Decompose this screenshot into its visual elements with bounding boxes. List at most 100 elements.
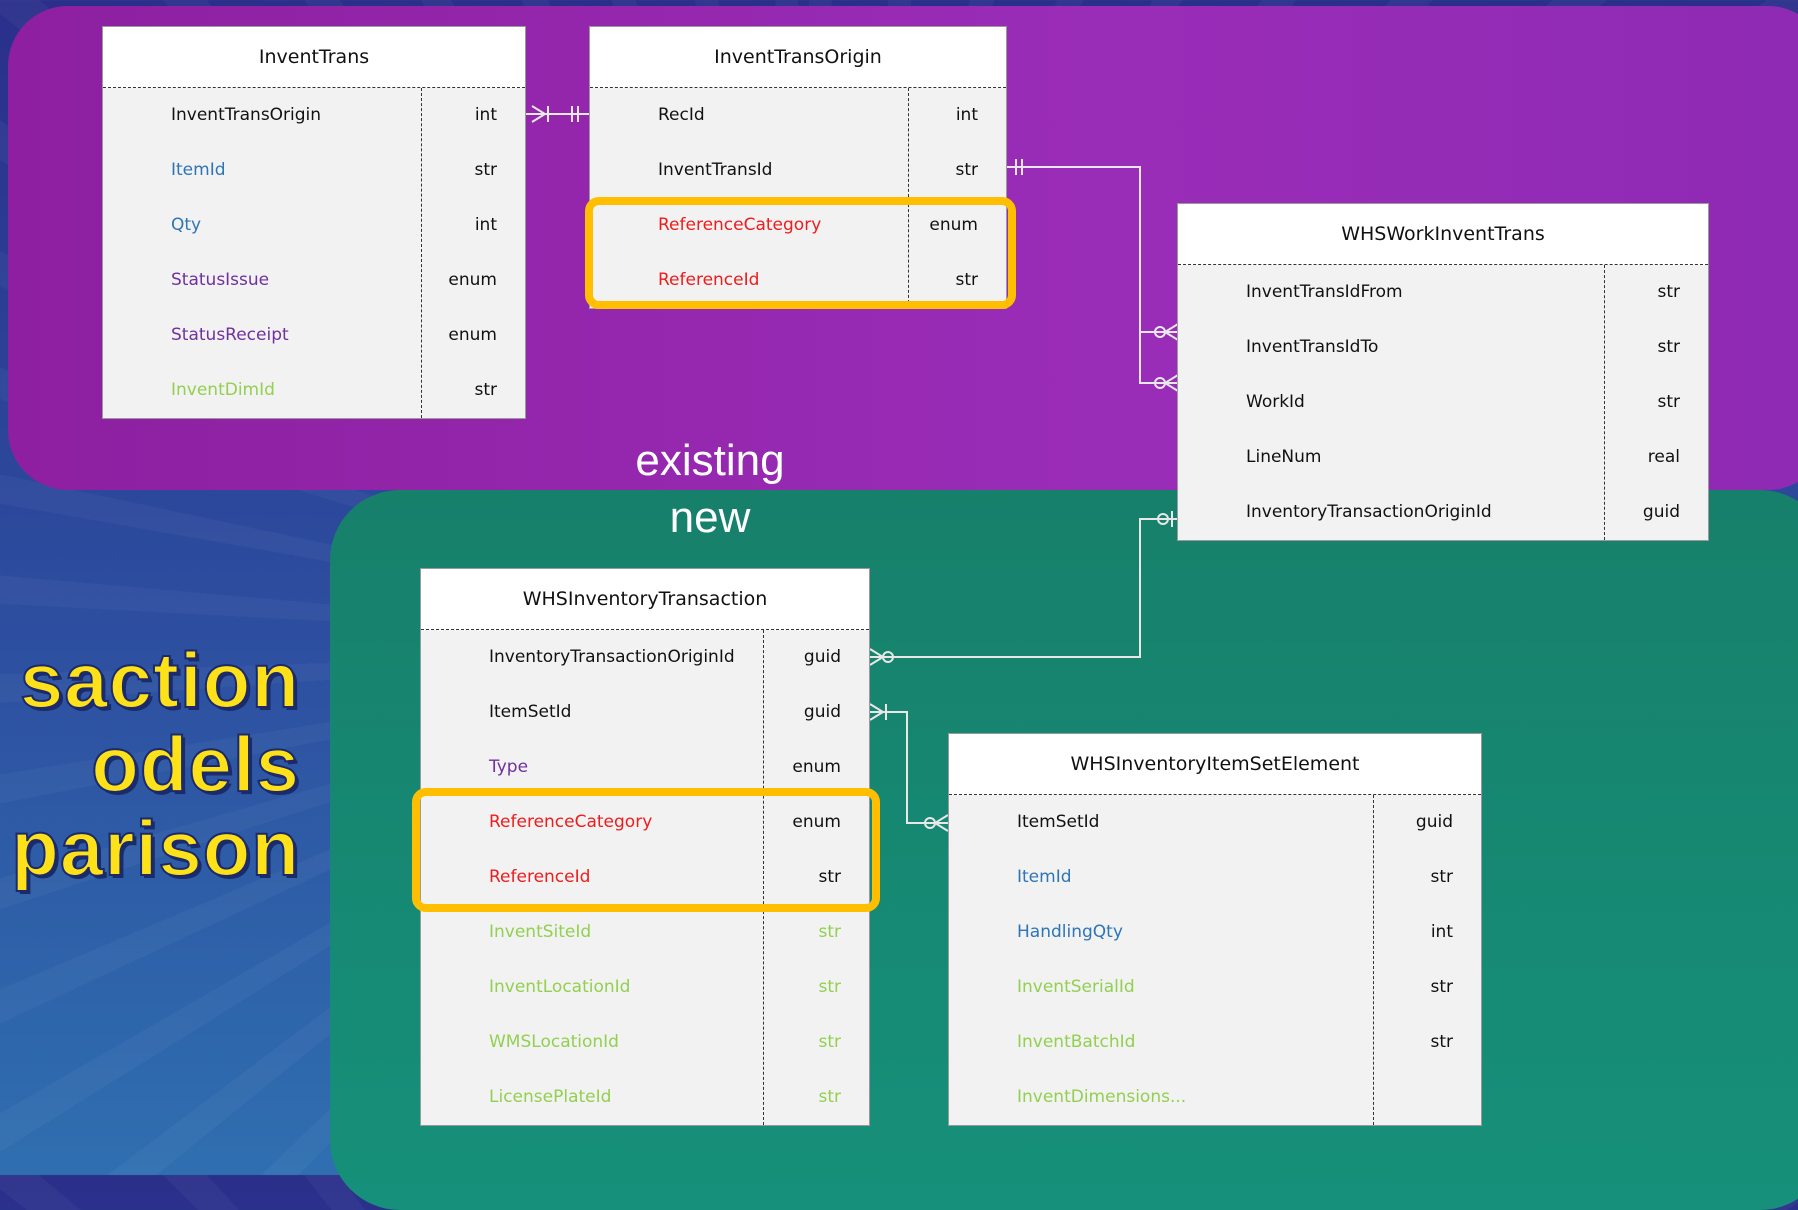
field-name: ReferenceCategory xyxy=(658,215,822,235)
field-type: str xyxy=(1657,337,1680,357)
field-name: InventSiteId xyxy=(489,922,592,942)
field-name: LineNum xyxy=(1246,447,1322,467)
field-type: guid xyxy=(803,647,841,667)
field-row: StatusReceipt enum xyxy=(103,308,525,363)
field-name: StatusIssue xyxy=(171,270,270,290)
field-name: InventTransId xyxy=(658,160,773,180)
field-name: InventTransIdTo xyxy=(1246,337,1379,357)
field-type: str xyxy=(1657,282,1680,302)
field-type: str xyxy=(955,160,978,180)
field-name: InventoryTransactionOriginId xyxy=(489,647,735,667)
field-name: Qty xyxy=(171,215,202,235)
field-type: str xyxy=(818,977,841,997)
field-row: Qty int xyxy=(103,198,525,253)
field-name: ItemSetId xyxy=(489,702,572,722)
entity-title: InventTransOrigin xyxy=(590,27,1006,88)
field-row: LineNum real xyxy=(1178,430,1708,485)
field-name: RecId xyxy=(658,105,705,125)
field-row: ItemId str xyxy=(103,143,525,198)
field-name: InventDimensions... xyxy=(1017,1087,1187,1107)
field-row: ItemSetId guid xyxy=(949,795,1481,850)
field-row: WorkId str xyxy=(1178,375,1708,430)
field-row: InventTransIdFrom str xyxy=(1178,265,1708,320)
entity-title: WHSInventoryTransaction xyxy=(421,569,869,630)
field-type: int xyxy=(1430,922,1453,942)
field-type: str xyxy=(474,380,497,400)
field-name: InventSerialId xyxy=(1017,977,1135,997)
field-type: guid xyxy=(1642,502,1680,522)
field-type: guid xyxy=(803,702,841,722)
field-type: str xyxy=(474,160,497,180)
field-row: InventDimensions... xyxy=(949,1070,1481,1125)
field-type: enum xyxy=(792,812,841,832)
field-name: InventLocationId xyxy=(489,977,631,997)
field-name: LicensePlateId xyxy=(489,1087,612,1107)
field-type: str xyxy=(818,867,841,887)
field-row: ReferenceId str xyxy=(421,850,869,905)
entity-whsinventory-transaction: WHSInventoryTransaction InventoryTransact… xyxy=(420,568,870,1126)
field-type: int xyxy=(474,215,497,235)
field-row: InventSerialId str xyxy=(949,960,1481,1015)
entity-whswork-invent-trans: WHSWorkInventTrans InventTransIdFrom str In… xyxy=(1177,203,1709,541)
field-name: ItemId xyxy=(171,160,226,180)
field-type: str xyxy=(818,1087,841,1107)
field-type: str xyxy=(1430,977,1453,997)
field-row: WMSLocationId str xyxy=(421,1015,869,1070)
field-name: InventoryTransactionOriginId xyxy=(1246,502,1492,522)
field-type: str xyxy=(818,922,841,942)
field-row: InventTransId str xyxy=(590,143,1006,198)
field-name: ItemSetId xyxy=(1017,812,1100,832)
field-name: InventTransIdFrom xyxy=(1246,282,1403,302)
field-name: WMSLocationId xyxy=(489,1032,619,1052)
field-name: ItemId xyxy=(1017,867,1072,887)
field-row: InventoryTransactionOriginId guid xyxy=(1178,485,1708,540)
field-type: str xyxy=(1657,392,1680,412)
field-row: ItemId str xyxy=(949,850,1481,905)
field-name: HandlingQty xyxy=(1017,922,1123,942)
connector-origin-worktrans-to xyxy=(1139,332,1178,384)
field-row: ReferenceCategory enum xyxy=(590,198,1006,253)
entity-invent-trans: InventTrans InventTransOrigin int ItemId str… xyxy=(102,26,526,419)
entity-invent-trans-origin: InventTransOrigin RecId int InventTransId st… xyxy=(589,26,1007,309)
field-name: ReferenceCategory xyxy=(489,812,653,832)
field-type: enum xyxy=(448,270,497,290)
entity-title: WHSWorkInventTrans xyxy=(1178,204,1708,265)
field-name: InventTransOrigin xyxy=(171,105,322,125)
field-name: InventBatchId xyxy=(1017,1032,1136,1052)
field-row: HandlingQty int xyxy=(949,905,1481,960)
field-type: str xyxy=(1430,1032,1453,1052)
field-row: ReferenceCategory enum xyxy=(421,795,869,850)
field-name: Type xyxy=(489,757,529,777)
connector-invtrans-itemset xyxy=(870,711,948,824)
entity-title: WHSInventoryItemSetElement xyxy=(949,734,1481,795)
field-row: InventDimId str xyxy=(103,363,525,418)
connector-origin-worktrans-from xyxy=(1007,166,1178,333)
field-row: InventoryTransactionOriginId guid xyxy=(421,630,869,685)
field-type: int xyxy=(955,105,978,125)
field-row: InventSiteId str xyxy=(421,905,869,960)
field-row: Type enum xyxy=(421,740,869,795)
field-type: str xyxy=(955,270,978,290)
field-row: ReferenceId str xyxy=(590,253,1006,308)
field-row: LicensePlateId str xyxy=(421,1070,869,1125)
field-name: InventDimId xyxy=(171,380,275,400)
field-name: StatusReceipt xyxy=(171,325,289,345)
field-row: InventTransOrigin int xyxy=(103,88,525,143)
field-row: InventLocationId str xyxy=(421,960,869,1015)
field-type: str xyxy=(818,1032,841,1052)
field-type: enum xyxy=(448,325,497,345)
entity-whsinventory-item-set-element: WHSInventoryItemSetElement ItemSetId guid I… xyxy=(948,733,1482,1126)
field-type: real xyxy=(1647,447,1680,467)
field-row: RecId int xyxy=(590,88,1006,143)
entity-title: InventTrans xyxy=(103,27,525,88)
field-name: WorkId xyxy=(1246,392,1305,412)
field-row: InventBatchId str xyxy=(949,1015,1481,1070)
field-type: enum xyxy=(792,757,841,777)
field-row: ItemSetId guid xyxy=(421,685,869,740)
field-name: ReferenceId xyxy=(658,270,760,290)
field-type: int xyxy=(474,105,497,125)
field-row: InventTransIdTo str xyxy=(1178,320,1708,375)
field-type: str xyxy=(1430,867,1453,887)
field-row: StatusIssue enum xyxy=(103,253,525,308)
field-type: guid xyxy=(1415,812,1453,832)
